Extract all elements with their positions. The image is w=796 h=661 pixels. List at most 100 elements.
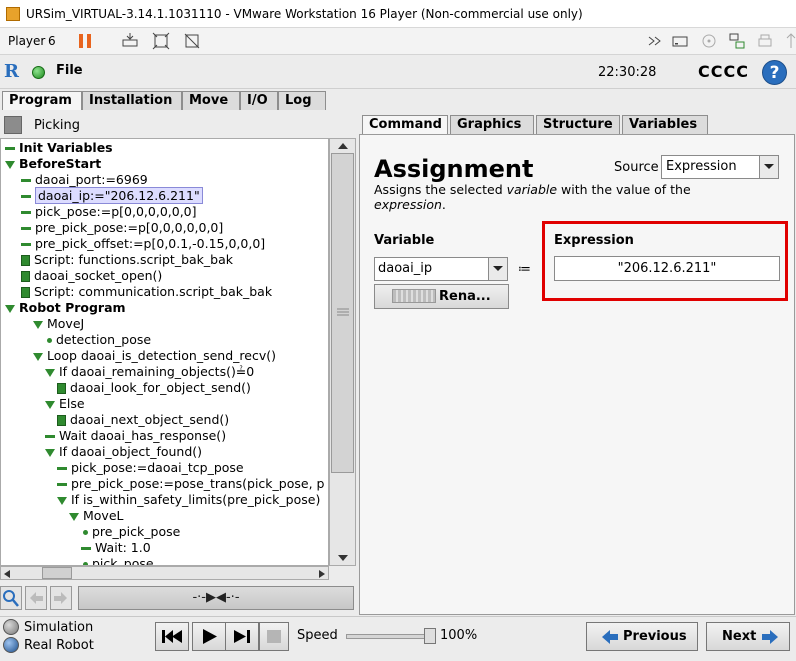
speed-slider-thumb[interactable] — [424, 628, 436, 644]
ur-logo-icon: R — [4, 61, 19, 82]
usb-icon[interactable] — [782, 32, 796, 50]
tree-node[interactable]: Script: communication.script_bak_bak — [21, 284, 272, 300]
speed-slider[interactable] — [346, 634, 432, 639]
cd-rom-icon[interactable] — [700, 32, 718, 50]
assignment-icon — [45, 435, 55, 438]
redo-button[interactable] — [50, 586, 72, 610]
window-title: URSim_VIRTUAL-3.14.1.1031110 - VMware Wo… — [26, 6, 583, 21]
tree-node-label: Loop daoai_is_detection_send_recv() — [47, 348, 276, 363]
fullscreen-icon[interactable] — [152, 32, 170, 50]
tab-installation[interactable]: Installation — [82, 91, 182, 110]
scroll-right-icon[interactable] — [318, 569, 326, 579]
tree-node[interactable]: MoveL — [69, 508, 124, 524]
chevrons-icon[interactable] — [646, 32, 664, 50]
skip-forward-icon — [234, 630, 250, 643]
variable-dropdown-button[interactable] — [488, 258, 507, 280]
waypoint-icon — [83, 530, 88, 535]
tree-node[interactable]: Init Variables — [5, 140, 113, 156]
tab-structure[interactable]: Structure — [536, 115, 620, 134]
play-button[interactable] — [192, 622, 226, 651]
previous-button[interactable]: Previous — [586, 622, 698, 651]
tree-node[interactable]: pre_pick_offset:=p[0,0.1,-0.15,0,0,0] — [21, 236, 265, 252]
tree-node-label: daoai_next_object_send() — [70, 412, 230, 427]
tree-drag-handle[interactable]: -·-▶◀-·- — [78, 586, 354, 610]
tree-node[interactable]: daoai_look_for_object_send() — [57, 380, 251, 396]
script-icon — [57, 415, 66, 426]
tree-node[interactable]: Wait daoai_has_response() — [45, 428, 226, 444]
network-icon[interactable] — [728, 32, 746, 50]
send-ctrl-alt-del-icon[interactable] — [121, 32, 139, 50]
tab-command[interactable]: Command — [362, 115, 448, 134]
play-icon — [203, 629, 217, 644]
undo-button[interactable] — [25, 586, 47, 610]
program-name-row: Picking — [4, 114, 80, 136]
triangle-icon — [5, 304, 15, 313]
tree-node-label: daoai_look_for_object_send() — [70, 380, 251, 395]
tree-node[interactable]: BeforeStart — [5, 156, 101, 172]
program-tree[interactable]: Init Variables BeforeStart daoai_port:=696… — [0, 138, 329, 566]
file-menu[interactable]: File — [56, 63, 83, 78]
tree-node[interactable]: If is_within_safety_limits(pre_pick_pose… — [57, 492, 320, 508]
tree-node[interactable]: pre_pick_pose:=p[0,0,0,0,0,0] — [21, 220, 223, 236]
tree-node[interactable]: detection_pose — [45, 332, 151, 348]
robot-name: CCCC — [698, 62, 749, 81]
redo-icon — [54, 592, 67, 604]
tree-node[interactable]: pre_pick_pose:=pose_trans(pick_pose, p — [57, 476, 324, 492]
tab-variables[interactable]: Variables — [622, 115, 708, 134]
tree-node[interactable]: daoai_socket_open() — [21, 268, 162, 284]
tab-program[interactable]: Program — [2, 91, 82, 110]
pause-icon[interactable] — [76, 32, 94, 50]
tree-node[interactable]: daoai_next_object_send() — [57, 412, 229, 428]
tree-node[interactable]: Else — [45, 396, 85, 412]
expression-field[interactable]: "206.12.6.211" — [554, 256, 780, 281]
tab-move[interactable]: Move — [182, 91, 240, 110]
printer-icon[interactable] — [756, 32, 774, 50]
tree-node[interactable]: Script: functions.script_bak_bak — [21, 252, 233, 268]
real-robot-radio[interactable] — [3, 637, 19, 653]
source-dropdown-button[interactable] — [759, 156, 778, 178]
scroll-up-icon[interactable] — [337, 142, 349, 150]
tree-node-label: Wait: 1.0 — [95, 540, 151, 555]
player-menu-caret[interactable]: 6 — [48, 34, 56, 48]
real-robot-label: Real Robot — [24, 638, 94, 653]
tree-node[interactable]: pick_pose — [81, 556, 154, 565]
tree-node[interactable]: If daoai_object_found() — [45, 444, 202, 460]
stop-icon — [267, 630, 281, 643]
tree-node-label: Init Variables — [19, 140, 113, 155]
assignment-icon — [5, 147, 15, 150]
tree-vertical-scroll-thumb[interactable] — [331, 153, 354, 473]
tab-log[interactable]: Log — [278, 91, 326, 110]
tree-node-label: daoai_port:=6969 — [35, 172, 148, 187]
tree-horizontal-scroll-thumb[interactable] — [42, 567, 72, 579]
tree-node[interactable]: pick_pose:=p[0,0,0,0,0,0] — [21, 204, 197, 220]
next-button[interactable]: Next — [706, 622, 790, 651]
scroll-left-icon[interactable] — [3, 569, 11, 579]
skip-back-icon — [162, 630, 182, 643]
tree-node[interactable]: daoai_ip:="206.12.6.211" — [21, 187, 203, 204]
tree-node[interactable]: daoai_port:=6969 — [21, 172, 148, 188]
tab-graphics[interactable]: Graphics — [450, 115, 534, 134]
robot-status-icon[interactable] — [32, 66, 45, 79]
tree-node[interactable]: pre_pick_pose — [81, 524, 180, 540]
vmware-app-icon — [6, 6, 20, 21]
tab-io[interactable]: I/O — [240, 91, 278, 110]
simulation-radio[interactable] — [3, 619, 19, 635]
scroll-down-icon[interactable] — [337, 554, 349, 562]
tree-node[interactable]: pick_pose:=daoai_tcp_pose — [57, 460, 244, 476]
tree-node[interactable]: MoveJ — [33, 316, 84, 332]
tree-node[interactable]: If daoai_remaining_objects()≟0 — [45, 364, 254, 380]
tree-node-label: If is_within_safety_limits(pre_pick_pose… — [71, 492, 321, 507]
assignment-icon — [21, 179, 31, 182]
help-icon[interactable]: ? — [762, 60, 787, 85]
tree-node[interactable]: Loop daoai_is_detection_send_recv() — [33, 348, 276, 364]
unity-icon[interactable] — [183, 32, 201, 50]
step-forward-button[interactable] — [225, 622, 259, 651]
tree-node[interactable]: Robot Program — [5, 300, 126, 316]
player-menu[interactable]: Player — [8, 34, 45, 48]
stop-button[interactable] — [259, 622, 289, 651]
tree-node[interactable]: Wait: 1.0 — [81, 540, 151, 556]
search-button[interactable] — [0, 586, 22, 610]
hard-disk-icon[interactable] — [671, 32, 689, 50]
tree-node-label: pre_pick_pose:=p[0,0,0,0,0,0] — [35, 220, 224, 235]
step-back-button[interactable] — [155, 622, 189, 651]
